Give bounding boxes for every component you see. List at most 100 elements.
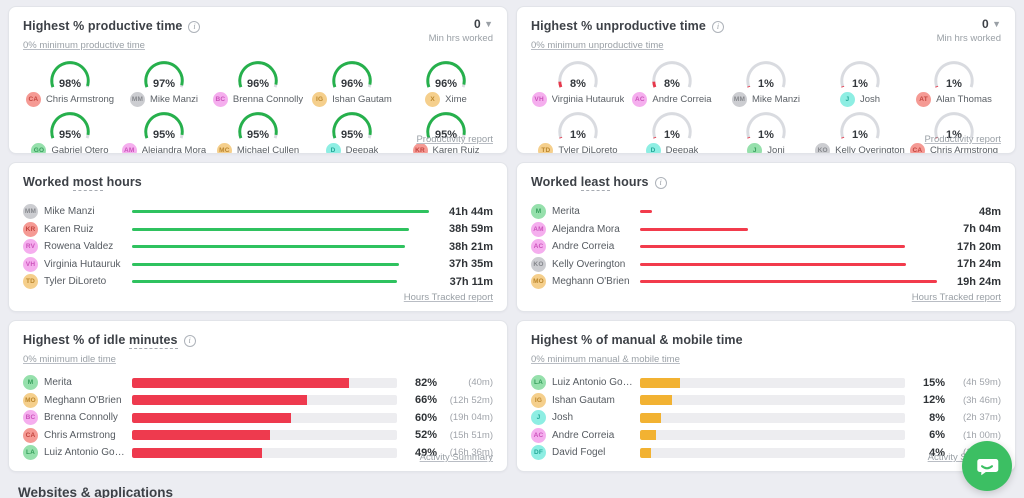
avatar: RV bbox=[23, 239, 38, 255]
hours-row: TD Tyler DiLoreto 37h 11m bbox=[23, 273, 493, 291]
user-name: Ishan Gautam bbox=[552, 394, 615, 406]
gauge: 1% bbox=[740, 110, 792, 141]
gauge: 8% bbox=[552, 59, 604, 90]
activity-summary-link[interactable]: Activity Summary bbox=[420, 452, 493, 463]
user-name: Alejandra Mora bbox=[141, 145, 207, 154]
hours-tracked-report-link[interactable]: Hours Tracked report bbox=[404, 292, 493, 303]
hours-bar-list: MM Mike Manzi 41h 44m KR Karen Ruiz 38h 59m RV… bbox=[23, 203, 493, 291]
avatar: BC bbox=[212, 92, 228, 107]
avatar: D bbox=[325, 143, 341, 153]
chat-widget-button[interactable] bbox=[962, 441, 1012, 491]
bar bbox=[640, 262, 937, 266]
avatar: MM bbox=[731, 92, 747, 107]
avatar: M bbox=[23, 375, 38, 391]
gauge-cell: 1% D Deepak bbox=[625, 110, 719, 154]
tooltip-term[interactable]: minutes bbox=[128, 333, 178, 349]
avatar: IG bbox=[531, 392, 546, 408]
bar-track bbox=[132, 412, 397, 423]
productivity-report-link[interactable]: Productivity report bbox=[924, 134, 1001, 145]
tooltip-term[interactable]: least bbox=[580, 175, 610, 191]
user-name: Deepak bbox=[665, 145, 699, 154]
user-name: Mike Manzi bbox=[751, 94, 801, 105]
user-name: Tyler DiLoreto bbox=[558, 145, 618, 154]
gauge-cell: 1% KO Kelly Overington bbox=[813, 110, 907, 154]
bar-fill bbox=[640, 280, 937, 284]
gauge-user: MC Michael Cullen bbox=[216, 143, 299, 153]
user-name: Gabriel Otero bbox=[51, 145, 109, 154]
min-manual-filter-link[interactable]: 0% minimum manual & mobile time bbox=[531, 354, 680, 365]
bar-fill bbox=[132, 377, 350, 388]
hours-bar-list: M Merita 48m AM Alejandra Mora 7h 04m AC Andre … bbox=[531, 203, 1001, 291]
bar-track bbox=[132, 377, 397, 388]
bar bbox=[132, 227, 429, 231]
user-name: Andre Correia bbox=[552, 241, 615, 253]
bar bbox=[132, 280, 429, 284]
gauge-percent-value: 1% bbox=[758, 78, 774, 90]
avatar: MC bbox=[216, 143, 232, 153]
gauge-percent-value: 95% bbox=[340, 129, 364, 141]
user-name: Xime bbox=[445, 94, 467, 105]
hours-value: 19h 24m bbox=[956, 275, 1001, 288]
gauge-user: AM Alejandra Mora bbox=[121, 143, 207, 154]
gauge-user: D Deepak bbox=[645, 143, 699, 154]
user-name: Josh bbox=[552, 412, 574, 424]
productivity-report-link[interactable]: Productivity report bbox=[416, 134, 493, 145]
min-unproductive-filter-link[interactable]: 0% minimum unproductive time bbox=[531, 40, 664, 51]
user-name: Mike Manzi bbox=[149, 94, 199, 105]
user-name: Mike Manzi bbox=[44, 206, 95, 218]
bar bbox=[132, 210, 429, 214]
user-name: Kelly Overington bbox=[552, 258, 626, 270]
min-hours-dropdown[interactable]: 0 ▼ bbox=[937, 17, 1001, 31]
bar bbox=[640, 245, 937, 249]
min-idle-filter-link[interactable]: 0% minimum idle time bbox=[23, 354, 116, 365]
card-title: Worked most hours bbox=[23, 175, 142, 191]
user-name: Virginia Hutauruk bbox=[551, 94, 625, 105]
avatar: J bbox=[531, 410, 546, 426]
gauge: 95% bbox=[326, 110, 378, 141]
bar-fill bbox=[132, 227, 410, 231]
percent-row: MO Meghann O'Brien 66% (12h 52m) bbox=[23, 392, 493, 410]
info-icon[interactable]: i bbox=[654, 177, 667, 189]
bar-track bbox=[640, 377, 905, 388]
bar-fill bbox=[132, 210, 429, 214]
gauge-cell: 1% TD Tyler DiLoreto bbox=[531, 110, 625, 154]
hours-value: 17h 20m bbox=[956, 240, 1001, 253]
chevron-down-icon: ▼ bbox=[992, 19, 1001, 29]
user-name: Chris Armstrong bbox=[45, 94, 115, 105]
bar-fill bbox=[132, 245, 405, 249]
info-icon[interactable]: i bbox=[188, 21, 201, 33]
min-hours-dropdown[interactable]: 0 ▼ bbox=[429, 17, 493, 31]
min-productive-filter-link[interactable]: 0% minimum productive time bbox=[23, 40, 145, 51]
hours-tracked-report-link[interactable]: Hours Tracked report bbox=[912, 292, 1001, 303]
duration-value: (15h 51m) bbox=[449, 429, 493, 441]
avatar: MM bbox=[129, 92, 145, 107]
bar bbox=[132, 245, 429, 249]
gauge-user: CA Chris Armstrong bbox=[25, 92, 115, 107]
user-name: Kelly Overington bbox=[835, 145, 905, 154]
avatar: VH bbox=[23, 256, 38, 272]
hours-row: AC Andre Correia 17h 20m bbox=[531, 238, 1001, 256]
percent-value: 12% bbox=[922, 394, 945, 407]
chat-bubble-icon bbox=[977, 459, 999, 476]
min-hours-caption: Min hrs worked bbox=[428, 33, 493, 44]
gauge-percent-value: 1% bbox=[852, 78, 868, 90]
gauge-cell: 97% MM Mike Manzi bbox=[117, 59, 211, 107]
card-manual-mobile-time: Highest % of manual & mobile time 0% min… bbox=[516, 320, 1016, 472]
card-worked-least-hours: Worked least hours i M Merita 48m AM Alejandr… bbox=[516, 162, 1016, 312]
user-name: Deepak bbox=[345, 145, 379, 154]
hours-row: VH Virginia Hutauruk 37h 35m bbox=[23, 256, 493, 274]
avatar: AC bbox=[531, 239, 546, 255]
tooltip-term[interactable]: most bbox=[72, 175, 104, 191]
percent-bar-list: LA Luiz Antonio Gou... 15% (4h 59m) IG Ishan … bbox=[531, 374, 1001, 462]
info-icon[interactable]: i bbox=[711, 21, 724, 33]
avatar: D bbox=[645, 143, 661, 153]
gauge-cell: 95% GO Gabriel Otero bbox=[23, 110, 117, 154]
hours-value: 37h 35m bbox=[448, 258, 493, 271]
gauge: 1% bbox=[552, 110, 604, 141]
percent-value: 8% bbox=[929, 411, 945, 424]
percent-row: CA Chris Armstrong 52% (15h 51m) bbox=[23, 427, 493, 445]
info-icon[interactable]: i bbox=[183, 335, 196, 347]
gauge-user: AT Alan Thomas bbox=[916, 92, 992, 107]
percent-row: LA Luiz Antonio Gou... 15% (4h 59m) bbox=[531, 374, 1001, 392]
bar-track bbox=[132, 447, 397, 458]
